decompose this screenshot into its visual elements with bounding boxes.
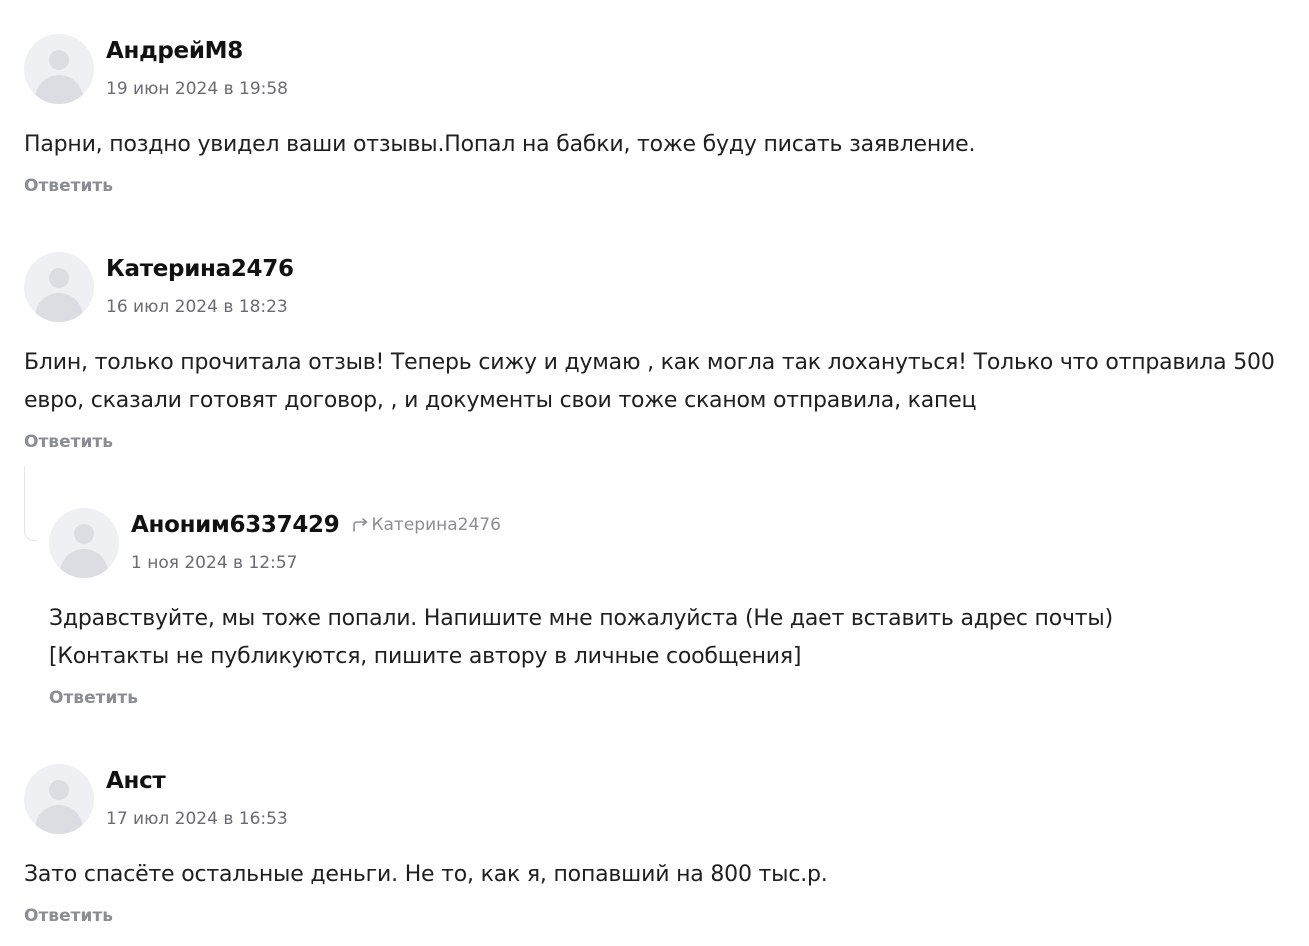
user-placeholder-icon	[49, 780, 69, 800]
reply-to-link[interactable]: Катерина2476	[351, 515, 501, 535]
reply-button[interactable]: Ответить	[24, 906, 113, 926]
comments-list: АндрейМ8 19 июн 2024 в 19:58 Парни, позд…	[0, 0, 1309, 946]
comment-author[interactable]: Анст	[106, 768, 166, 794]
comment-text: Парни, поздно увидел ваши отзывы.Попал н…	[24, 132, 976, 157]
comment-text-line: Здравствуйте, мы тоже попали. Напишите м…	[49, 606, 1113, 631]
reply-button[interactable]: Ответить	[24, 432, 113, 452]
reply-button[interactable]: Ответить	[49, 688, 138, 708]
comment: Анст 17 июл 2024 в 16:53 Зато спасёте ос…	[24, 764, 1304, 926]
reply-arrow-icon	[353, 518, 368, 532]
comment-author[interactable]: Катерина2476	[106, 256, 294, 282]
comment-text-line: [Контакты не публикуются, пишите автору …	[49, 644, 802, 669]
comment-date: 16 июл 2024 в 18:23	[106, 297, 288, 317]
avatar[interactable]	[24, 764, 94, 834]
comment-author[interactable]: Аноним6337429	[131, 512, 340, 538]
comment-text: Зато спасёте остальные деньги. Не то, ка…	[24, 862, 828, 887]
user-placeholder-icon	[49, 268, 69, 288]
comment-date: 19 июн 2024 в 19:58	[106, 79, 288, 99]
comment-date: 17 июл 2024 в 16:53	[106, 809, 288, 829]
avatar[interactable]	[49, 508, 119, 578]
avatar[interactable]	[24, 252, 94, 322]
comment-reply: Аноним6337429 Катерина2476 1 ноя 2024 в …	[49, 508, 1304, 708]
avatar[interactable]	[24, 34, 94, 104]
comment: Катерина2476 16 июл 2024 в 18:23 Блин, т…	[24, 252, 1304, 452]
comment-date: 1 ноя 2024 в 12:57	[131, 553, 298, 573]
comment-header: Катерина2476 16 июл 2024 в 18:23	[24, 252, 1304, 322]
comment-header: Анст 17 июл 2024 в 16:53	[24, 764, 1304, 834]
user-placeholder-icon	[74, 524, 94, 544]
thread-line	[24, 466, 37, 541]
reply-button[interactable]: Ответить	[24, 176, 113, 196]
comment-text: Блин, только прочитала отзыв! Теперь сиж…	[24, 350, 1275, 413]
comment-text: Здравствуйте, мы тоже попали. Напишите м…	[49, 600, 1304, 676]
comment-header: АндрейМ8 19 июн 2024 в 19:58	[24, 34, 1304, 104]
comment-author[interactable]: АндрейМ8	[106, 38, 243, 64]
reply-to-author: Катерина2476	[371, 515, 501, 535]
comment: АндрейМ8 19 июн 2024 в 19:58 Парни, позд…	[24, 34, 1304, 196]
comment-header: Аноним6337429 Катерина2476 1 ноя 2024 в …	[49, 508, 1304, 578]
user-placeholder-icon	[49, 50, 69, 70]
